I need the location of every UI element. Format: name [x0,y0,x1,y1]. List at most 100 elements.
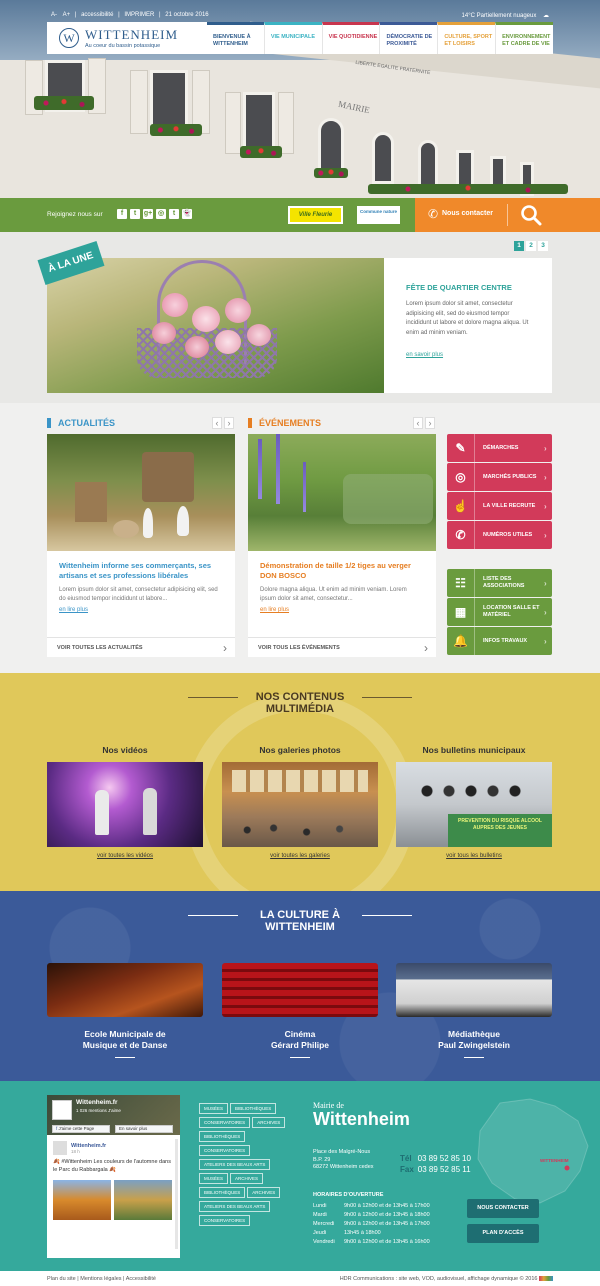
fb-scrollbar[interactable] [175,1139,178,1249]
ville-fleurie-badge[interactable]: Ville Fleurie [288,206,343,224]
print-link[interactable]: IMPRIMER [124,12,154,18]
tag-link[interactable]: BIBLIOTHÈQUES [199,1131,246,1142]
commune-nature-badge[interactable]: Commune nature [357,206,400,224]
fb-more-label: En savoir plus [119,1126,148,1131]
featured-title[interactable]: FÊTE DE QUARTIER CENTRE [406,283,512,292]
page-button[interactable]: 1 [514,241,524,251]
fb-photo[interactable] [114,1180,172,1220]
quick-link[interactable]: ▦ LOCATION SALLE ET MATÉRIEL › [447,598,552,626]
quick-link[interactable]: ✆ NUMÉROS UTILES › [447,521,552,549]
shutter [278,92,294,154]
tag-link[interactable]: MUSÉES [199,1173,229,1184]
facebook-widget[interactable]: Wittenheim.fr 1 026 mentions J'aime f J'… [47,1095,180,1258]
accessibility-link[interactable]: accessibilité [81,12,113,18]
nav-item[interactable]: VIE QUOTIDIENNE [321,22,380,54]
page-button[interactable]: 2 [526,241,536,251]
footer-link[interactable]: Accessibilité [126,1276,156,1282]
culture-cinema[interactable]: Cinéma Gérard Philipe [222,963,378,1058]
fb-avatar [52,1100,72,1120]
nav-item[interactable]: ENVIRONNEMENT ET CADRE DE VIE [495,22,553,54]
videos-image[interactable] [47,762,203,847]
prev-arrow-icon[interactable]: ‹ [413,417,423,429]
site-logo[interactable]: W WITTENHEIM Au coeur du bassin potassiq… [47,22,207,54]
all-evenements-link[interactable]: VOIR TOUS LES ÉVÉNEMENTS [248,637,436,657]
quick-link[interactable]: ☝ LA VILLE RECRUTE › [447,492,552,520]
tag-link[interactable]: CONSERVATOIRES [199,1117,251,1128]
next-arrow-icon[interactable]: › [425,417,435,429]
facebook-icon[interactable]: f [117,209,127,219]
rose [162,293,188,317]
all-bulletins-link[interactable]: voir tous les bulletins [396,853,552,859]
fb-page-name[interactable]: Wittenheim.fr [76,1099,117,1106]
evenements-card-title[interactable]: Démonstration de taille 1/2 tiges au ver… [248,551,436,581]
plan-button[interactable]: PLAN D'ACCÈS [467,1224,539,1243]
fb-more-button[interactable]: En savoir plus [115,1125,173,1133]
fb-like-button[interactable]: f J'aime cette Page [52,1125,110,1133]
quick-link[interactable]: 🔔 INFOS TRAVAUX › [447,627,552,655]
actualites-card-title[interactable]: Wittenheim informe ses commerçants, ses … [47,551,235,581]
fb-post-author[interactable]: Wittenheim.fr [71,1143,106,1149]
quick-link-label: DÉMARCHES [483,444,519,451]
logo-monogram: W [59,28,79,48]
nav-item[interactable]: CULTURE, SPORT ET LOISIRS [437,22,496,54]
contact-link[interactable]: Nous contacter [442,210,493,217]
nav-item[interactable]: BIENVENUE À WITTENHEIM [207,22,264,54]
culture-title-line-2: WITTENHEIM [265,921,335,933]
page-button[interactable]: 3 [538,241,548,251]
google-plus-icon[interactable]: g+ [143,209,153,219]
twitter-icon[interactable]: t [130,209,140,219]
galleries-column: Nos galeries photos voir toutes les gale… [222,745,378,859]
tag-link[interactable]: BIBLIOTHÈQUES [230,1103,277,1114]
next-arrow-icon[interactable]: › [224,417,234,429]
tag-link[interactable]: ATELIERS DES BEAUX ARTS [199,1201,271,1212]
featured-more-link[interactable]: en savoir plus [406,352,443,358]
all-videos-link[interactable]: voir toutes les vidéos [47,853,203,859]
pumpkin [113,520,139,538]
nav-item[interactable]: DÉMOCRATIE DE PROXIMITÉ [379,22,438,54]
nav-item[interactable]: VIE MUNICIPALE [263,22,322,54]
evenements-more-link[interactable]: en lire plus [248,603,436,617]
chevron-right-icon: › [544,530,547,540]
fb-photo[interactable] [53,1180,111,1220]
tel-number[interactable]: 03 89 52 85 10 [418,1154,471,1163]
culture-music[interactable]: Ecole Municipale de Musique et de Danse [47,963,203,1058]
actualites-more-link[interactable]: en lire plus [47,603,235,617]
galleries-image[interactable] [222,762,378,847]
bulletins-image[interactable]: PREVENTION DU RISQUE ALCOOL AUPRES DES J… [396,762,552,847]
featured-image[interactable] [47,258,384,393]
actualites-card[interactable]: Wittenheim informe ses commerçants, ses … [47,434,235,657]
all-actualites-link[interactable]: VOIR TOUTES LES ACTUALITÉS [47,637,235,657]
tag-link[interactable]: ARCHIVES [252,1117,286,1128]
social-bar: Rejoignez nous sur f t g+ ◎ t 👻 Ville Fleurie… [0,198,415,232]
contact-button[interactable]: NOUS CONTACTER [467,1199,539,1218]
tag-link[interactable]: ATELIERS DES BEAUX ARTS [199,1159,271,1170]
videos-title: Nos vidéos [102,745,148,755]
quick-link[interactable]: ✎ DÉMARCHES › [447,434,552,462]
tumblr-icon[interactable]: t [169,209,179,219]
cinema-image [222,963,378,1017]
prev-arrow-icon[interactable]: ‹ [212,417,222,429]
search-icon[interactable] [519,203,543,227]
rose [192,306,220,332]
hdr-logo [539,1275,553,1281]
tag-link[interactable]: ARCHIVES [247,1187,281,1198]
quick-link[interactable]: ☷ LISTE DES ASSOCIATIONS › [447,569,552,597]
snapchat-icon[interactable]: 👻 [182,209,192,219]
tag-link[interactable]: CONSERVATOIRES [199,1215,251,1226]
all-galleries-link[interactable]: voir toutes les galeries [222,853,378,859]
footer-link[interactable]: Plan du site [47,1276,76,1282]
culture-library[interactable]: Médiathèque Paul Zwingelstein [396,963,552,1058]
tag-link[interactable]: ARCHIVES [230,1173,264,1184]
featured-pagination: 123 [512,241,548,251]
evenements-card[interactable]: Démonstration de taille 1/2 tiges au ver… [248,434,436,657]
tag-link[interactable]: CONSERVATOIRES [199,1145,251,1156]
font-decrease-link[interactable]: A- [51,12,57,18]
fb-likes: 1 026 mentions J'aime [76,1108,121,1113]
font-increase-link[interactable]: A+ [63,12,71,18]
hours-title: HORAIRES D'OUVERTURE [313,1192,384,1198]
quick-link[interactable]: ◎ MARCHÉS PUBLICS › [447,463,552,491]
footer-link[interactable]: Mentions légales [80,1276,121,1282]
tag-link[interactable]: BIBLIOTHÈQUES [199,1187,246,1198]
instagram-icon[interactable]: ◎ [156,209,166,219]
tag-link[interactable]: MUSÉES [199,1103,229,1114]
